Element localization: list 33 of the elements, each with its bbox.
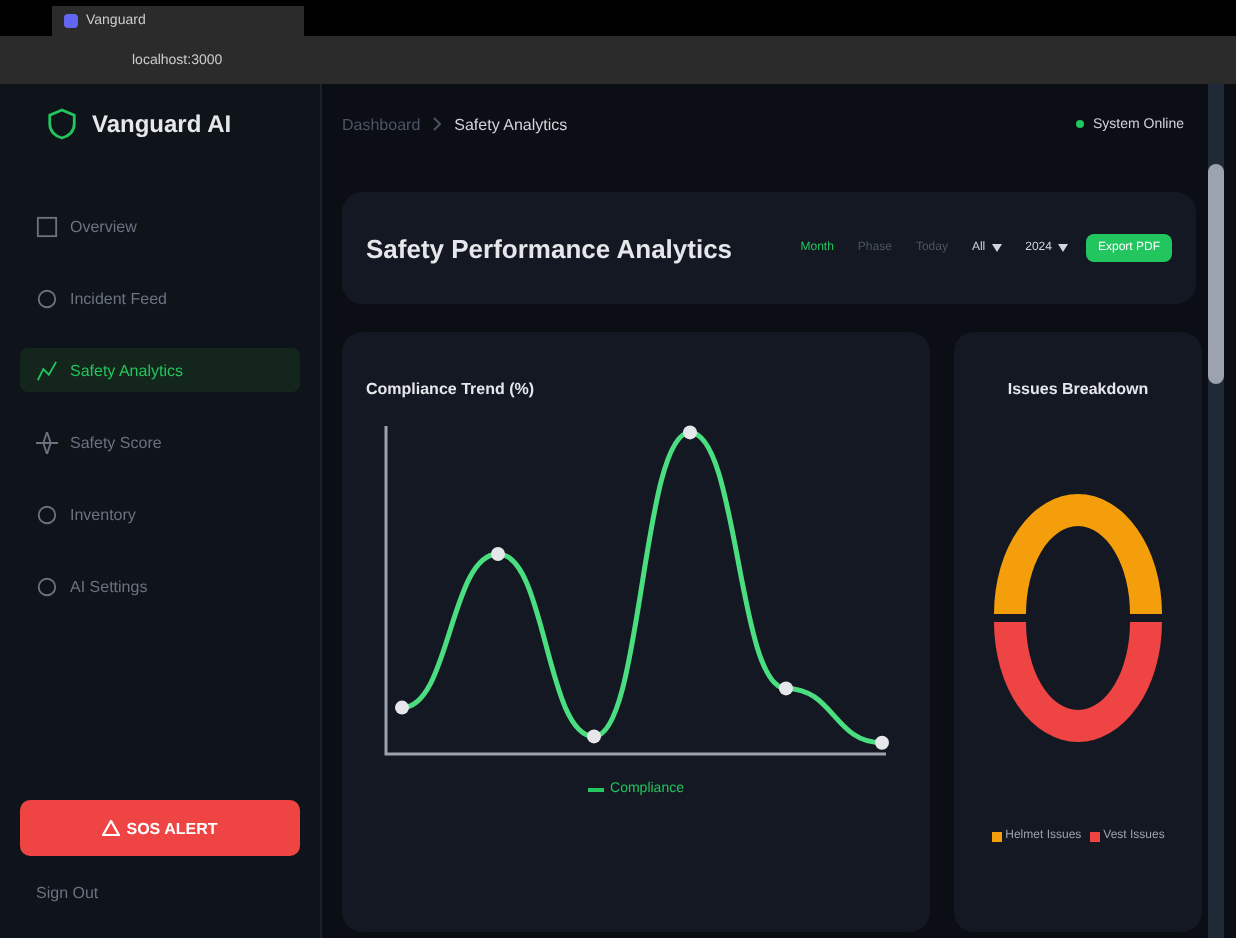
sign-out-link[interactable]: Sign Out	[20, 856, 300, 938]
data-point	[587, 729, 601, 744]
nav-icon	[36, 287, 58, 309]
data-point	[491, 547, 505, 561]
caret-icon	[1057, 244, 1068, 252]
breadcrumb-current: Safety Analytics	[454, 115, 568, 133]
sidebar-item[interactable]: Inventory	[20, 492, 300, 536]
caret-icon	[991, 244, 1002, 252]
page-title: Safety Performance Analytics	[366, 233, 733, 263]
nav-icon	[36, 503, 58, 525]
brand-name: Vanguard AI	[92, 110, 232, 138]
shield-icon	[48, 108, 76, 140]
data-point	[395, 700, 409, 715]
sidebar-item[interactable]: Incident Feed	[20, 276, 300, 320]
sos-button[interactable]: SOS ALERT	[20, 800, 300, 856]
data-point	[779, 681, 793, 696]
sidebar-item[interactable]: AI Settings	[20, 564, 300, 608]
tab-icon	[64, 14, 78, 28]
chevron-icon	[432, 116, 443, 132]
data-point	[875, 735, 889, 750]
nav-icon	[36, 431, 58, 453]
nav-icon	[36, 575, 58, 597]
sidebar-item[interactable]: Safety Analytics	[20, 348, 300, 392]
data-point	[683, 425, 697, 440]
warning-icon	[102, 820, 121, 836]
chart-title: Issues Breakdown	[1007, 380, 1149, 398]
sidebar-item[interactable]: Safety Score	[20, 420, 300, 464]
sidebar-item[interactable]: Overview	[20, 204, 300, 248]
nav-icon	[36, 359, 58, 381]
scrollbar[interactable]	[1208, 84, 1224, 938]
chart-title: Compliance Trend (%)	[366, 380, 537, 398]
breadcrumb-link[interactable]: Dashboard	[342, 115, 421, 133]
nav-icon	[36, 215, 58, 237]
